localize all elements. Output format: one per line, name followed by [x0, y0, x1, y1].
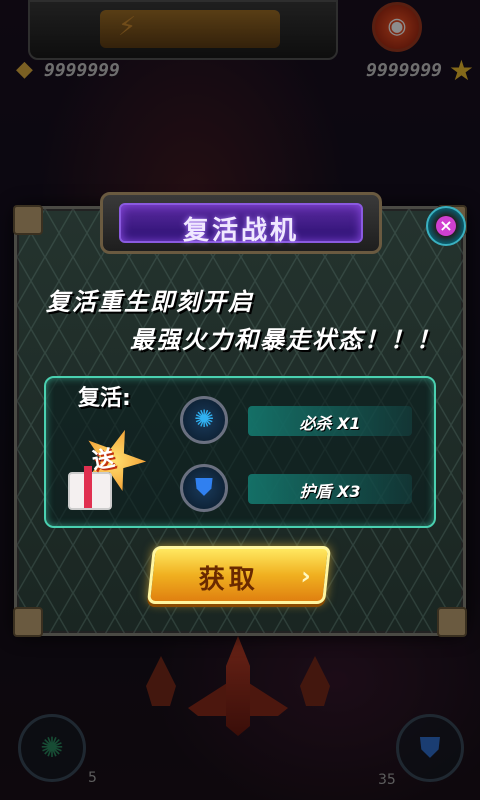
- close-icon: ×: [436, 216, 456, 236]
- reward-label: 护盾 X3: [299, 482, 361, 501]
- close-button[interactable]: ×: [426, 206, 466, 246]
- reward-label: 必杀 X1: [299, 414, 361, 433]
- reward-item-shield: 护盾 X3: [248, 474, 412, 504]
- revive-label: 复活:: [78, 386, 131, 411]
- headline-secondary: 最强火力和暴走状态！！！: [130, 326, 442, 354]
- dialog-title: 复活战机: [182, 216, 299, 246]
- reward-item-special-attack: 必杀 X1: [248, 406, 412, 436]
- gift-label: 送: [90, 446, 117, 475]
- get-button-label: 获取: [198, 565, 259, 595]
- title-plate: 复活战机: [100, 192, 382, 254]
- gift-badge: 送: [62, 428, 152, 518]
- chevron-right-icon: ›: [299, 562, 313, 590]
- shield-icon: ⛊: [180, 464, 228, 512]
- corner-bracket: [13, 205, 43, 235]
- gift-ribbon: [84, 466, 92, 508]
- get-button[interactable]: 获取 ›: [146, 546, 332, 604]
- headline-primary: 复活重生即刻开启: [46, 288, 254, 316]
- corner-bracket: [437, 607, 467, 637]
- corner-bracket: [13, 607, 43, 637]
- title-banner: 复活战机: [119, 203, 363, 246]
- special-attack-icon: ✺: [180, 396, 228, 444]
